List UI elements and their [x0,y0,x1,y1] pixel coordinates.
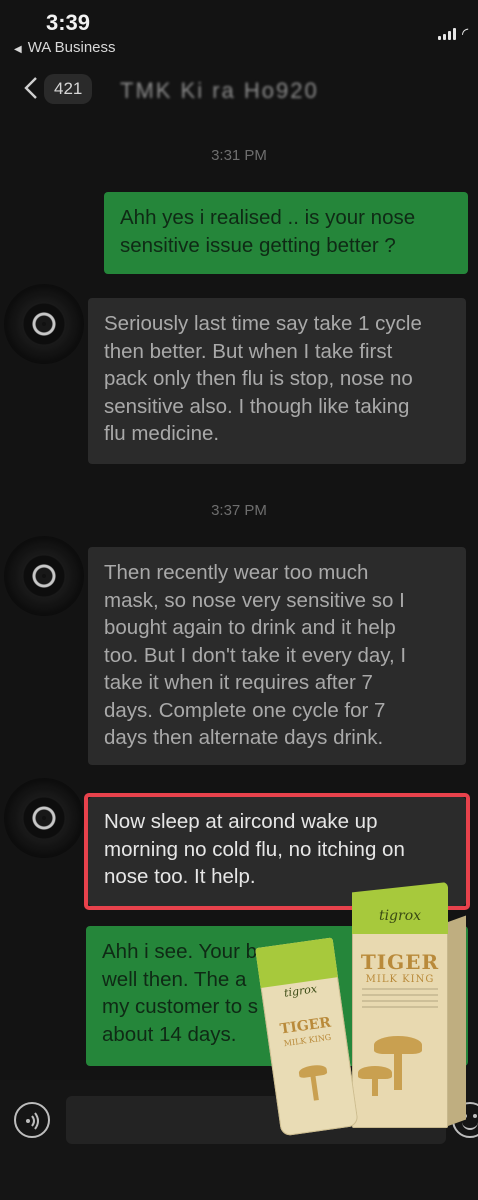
back-arrow-icon[interactable] [22,76,42,100]
signal-icon [438,28,458,40]
message-line: days then alternate days drink. [104,726,384,749]
incoming-message[interactable]: Seriously last time say take 1 cycle the… [88,298,466,464]
product-title: TIGER [360,950,440,974]
avatar-vinyl-icon[interactable] [4,536,84,616]
unread-count-badge[interactable]: 421 [44,74,93,104]
message-line: sensitive issue getting better ? [120,233,396,257]
status-bar: 3:39 ◀ WA Business ◜ [0,0,478,62]
message-line: sensitive also. I though like taking [104,394,410,418]
product-subtitle: MILK KING [365,974,435,985]
avatar-vinyl-icon[interactable] [4,284,84,364]
back-app-label: WA Business [27,39,116,56]
outgoing-message[interactable]: Ahh yes i realised .. is your nose sensi… [104,192,468,274]
product-brand: tigrox [378,908,422,924]
voice-icon[interactable] [14,1102,50,1138]
box-text-lines [362,988,438,1012]
status-time: 3:39 [46,10,91,35]
message-line: Ahh yes i realised .. is your nose [120,206,416,229]
incoming-message[interactable]: Then recently wear too much mask, so nos… [88,547,466,765]
message-line: pack only then flu is stop, nose no [104,367,413,390]
box-front [352,912,448,1128]
message-line: take it when it requires after 7 [104,671,373,694]
product-box-image: tigrox TIGER MILK KING [352,882,466,1128]
message-line: Seriously last time say take 1 cycle [104,312,422,335]
back-triangle-icon: ◀ [14,44,22,55]
timestamp: 3:31 PM [211,147,267,164]
message-line: days. Complete one cycle for 7 [104,698,386,722]
message-line: Then recently wear too much [104,561,369,584]
message-line: flu medicine. [104,422,220,445]
box-side [448,915,466,1126]
message-line: bought again to drink and it help [104,616,396,639]
message-line: mask, so nose very sensitive so I [104,588,405,612]
avatar-vinyl-icon[interactable] [4,778,84,858]
message-line: then better. But when I take first [104,339,393,363]
back-to-app-link[interactable]: ◀ WA Business [14,39,116,56]
message-line: too. But I don't take it every day, I [104,643,407,667]
timestamp: 3:37 PM [211,502,267,519]
chat-header: 421 TMK Ki ra Ho920 [0,64,478,120]
wifi-icon: ◜ [462,26,469,43]
contact-name[interactable]: TMK Ki ra Ho920 [120,78,420,104]
